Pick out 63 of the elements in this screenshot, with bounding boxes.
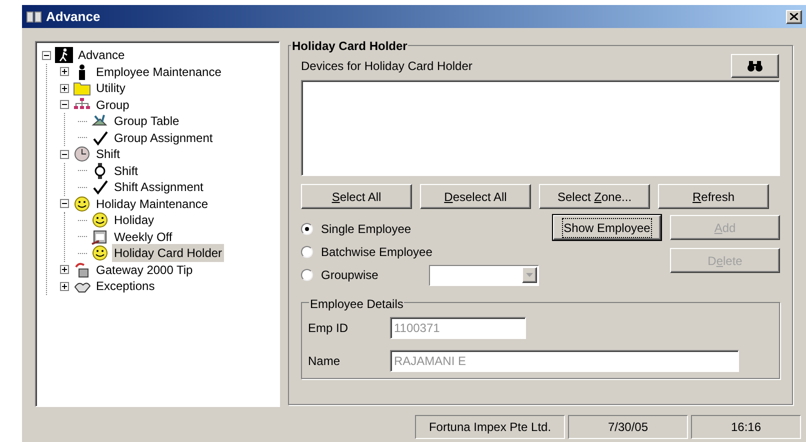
collapse-toggle[interactable] bbox=[42, 50, 51, 60]
push-button[interactable]: Deselect All bbox=[420, 184, 531, 209]
checkmark-icon bbox=[91, 179, 109, 196]
device-list[interactable] bbox=[301, 80, 780, 176]
plus-icon bbox=[61, 266, 68, 274]
list-label: Devices for Holiday Card Holder bbox=[301, 58, 472, 75]
status-panel: 7/30/05 bbox=[568, 414, 688, 438]
find-button[interactable] bbox=[731, 54, 779, 78]
clock-icon bbox=[73, 146, 91, 162]
caret-icon bbox=[526, 273, 533, 277]
plus-icon bbox=[61, 84, 68, 92]
field-label: Name bbox=[308, 353, 342, 370]
status-panel: Fortuna Impex Pte Ltd. bbox=[415, 414, 565, 438]
tree-item[interactable]: Utility bbox=[94, 79, 128, 98]
tree-item[interactable]: Advance bbox=[76, 46, 127, 64]
book-icon bbox=[26, 10, 42, 23]
tree-item[interactable]: Shift bbox=[94, 145, 122, 164]
expand-toggle[interactable] bbox=[60, 67, 69, 76]
radio-label: Groupwise bbox=[321, 267, 378, 284]
checkmark-icon bbox=[91, 130, 109, 146]
folder-icon bbox=[73, 80, 91, 96]
tree-item[interactable]: Exceptions bbox=[94, 277, 157, 296]
field-label: Emp ID bbox=[308, 320, 350, 337]
binoculars-icon bbox=[747, 60, 763, 72]
phone-icon bbox=[73, 262, 91, 278]
push-button[interactable]: Select Zone... bbox=[539, 184, 650, 209]
tree-item[interactable]: Holiday bbox=[112, 211, 156, 230]
tree-item[interactable]: Shift bbox=[112, 162, 140, 180]
collapse-toggle[interactable] bbox=[60, 150, 69, 159]
status-panel: 16:16 bbox=[691, 414, 801, 438]
collapse-toggle[interactable] bbox=[60, 199, 69, 208]
window-title: Advance bbox=[46, 8, 100, 26]
tree-item[interactable]: Employee Maintenance bbox=[94, 62, 224, 81]
close-icon bbox=[790, 13, 798, 20]
tree-item[interactable]: Group Table bbox=[112, 112, 182, 130]
tree-item[interactable]: Group Assignment bbox=[112, 128, 215, 147]
tree-item[interactable]: Holiday Maintenance bbox=[94, 194, 210, 213]
radio-button[interactable] bbox=[301, 223, 313, 235]
close-button[interactable] bbox=[786, 10, 802, 24]
tree-item[interactable]: Weekly Off bbox=[112, 228, 174, 246]
push-button[interactable]: Refresh bbox=[658, 184, 769, 209]
collapse-toggle[interactable] bbox=[60, 100, 69, 110]
radio-label: Batchwise Employee bbox=[321, 244, 432, 261]
tree-item[interactable]: Shift Assignment bbox=[112, 178, 206, 196]
radio-button[interactable] bbox=[301, 269, 313, 281]
push-button[interactable]: Show Employee bbox=[553, 215, 661, 240]
push-button[interactable]: Select All bbox=[301, 184, 412, 209]
tree-item[interactable]: Holiday Card Holder bbox=[112, 244, 224, 262]
plus-icon bbox=[61, 68, 68, 76]
radio-label: Single Employee bbox=[321, 221, 412, 238]
smiley-icon bbox=[91, 212, 109, 228]
expand-toggle[interactable] bbox=[60, 265, 69, 274]
smiley-icon bbox=[73, 196, 91, 212]
calendar-icon bbox=[91, 228, 109, 245]
tree-item[interactable]: Gateway 2000 Tip bbox=[94, 260, 195, 279]
radio-button[interactable] bbox=[301, 246, 313, 258]
tree-item[interactable]: Group bbox=[94, 96, 132, 114]
group-dropdown[interactable] bbox=[429, 264, 539, 286]
expand-toggle[interactable] bbox=[60, 84, 69, 93]
expand-toggle[interactable] bbox=[60, 282, 69, 291]
plus-icon bbox=[61, 282, 68, 290]
smiley-icon bbox=[91, 245, 109, 262]
runner-icon bbox=[55, 47, 73, 64]
